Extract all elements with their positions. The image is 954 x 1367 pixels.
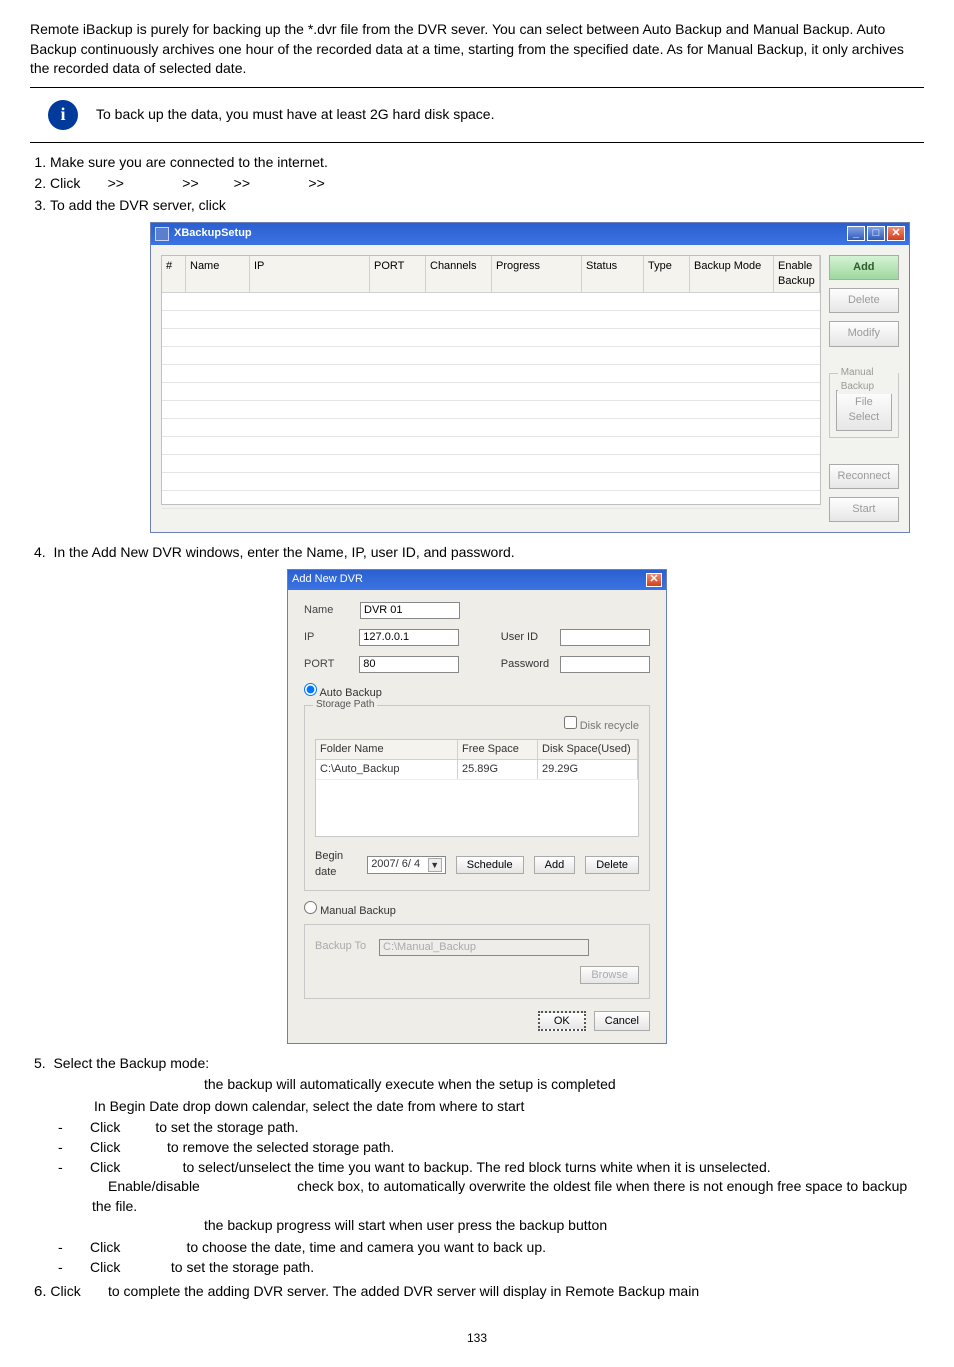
reconnect-button[interactable]: Reconnect — [829, 464, 899, 489]
close-icon[interactable]: ✕ — [646, 573, 662, 587]
bullet-file-select: Click to choose the date, time and camer… — [74, 1238, 924, 1258]
userid-input[interactable] — [560, 629, 650, 646]
screenshot-add-new-dvr: Add New DVR ✕ Name IP User ID PORT Passw… — [287, 569, 667, 1044]
backup-to-label: Backup To — [315, 939, 379, 954]
name-label: Name — [304, 603, 360, 618]
col-free-space: Free Space — [458, 740, 538, 759]
auto-backup-desc: the backup will automatically execute wh… — [34, 1075, 924, 1095]
free-value: 25.89G — [458, 760, 538, 779]
step-4: 4. In the Add New DVR windows, enter the… — [34, 543, 924, 563]
col-folder-name: Folder Name — [316, 740, 458, 759]
divider-bottom — [30, 142, 924, 143]
schedule-button[interactable]: Schedule — [456, 856, 524, 874]
add-button[interactable]: Add — [829, 255, 899, 280]
manual-backup-label: Manual Backup — [838, 366, 898, 394]
col-name: Name — [186, 256, 250, 293]
ok-button[interactable]: OK — [538, 1011, 586, 1031]
minimize-icon[interactable]: _ — [847, 226, 865, 241]
auto-backup-radio[interactable]: Auto Backup — [304, 687, 382, 699]
table-row — [162, 311, 820, 329]
table-row — [162, 401, 820, 419]
table-row: C:\Auto_Backup 25.89G 29.29G — [316, 760, 638, 780]
col-backup-mode: Backup Mode — [690, 256, 774, 293]
bullet-delete: Click to remove the selected storage pat… — [74, 1138, 924, 1158]
col-enable-backup: Enable Backup — [774, 256, 820, 293]
steps-list: Make sure you are connected to the inter… — [34, 153, 924, 216]
step-3: To add the DVR server, click — [50, 196, 924, 216]
window-title: XBackupSetup — [174, 226, 252, 241]
used-value: 29.29G — [538, 760, 638, 779]
manual-backup-radio[interactable]: Manual Backup — [304, 905, 396, 917]
table-row — [162, 437, 820, 455]
backup-to-input — [379, 939, 589, 956]
divider-top — [30, 87, 924, 88]
step-6: 6. Click to complete the adding DVR serv… — [30, 1281, 924, 1302]
bullet-browse: Click to set the storage path. — [74, 1258, 924, 1278]
manual-backup-desc: the backup progress will start when user… — [34, 1216, 924, 1236]
maximize-icon[interactable]: □ — [867, 226, 885, 241]
password-input[interactable] — [560, 656, 650, 673]
table-row — [162, 329, 820, 347]
storage-path-label: Storage Path — [313, 698, 377, 712]
table-row — [162, 473, 820, 491]
col-channels: Channels — [426, 256, 492, 293]
password-label: Password — [501, 657, 560, 672]
dialog-title: Add New DVR — [292, 572, 363, 587]
step-2: Click >> >> >> >> — [50, 174, 924, 194]
info-note-row: i To back up the data, you must have at … — [30, 96, 924, 134]
close-icon[interactable]: ✕ — [887, 226, 905, 241]
window-titlebar: XBackupSetup _ □ ✕ — [151, 223, 909, 245]
col-number: # — [162, 256, 186, 293]
col-type: Type — [644, 256, 690, 293]
cancel-button[interactable]: Cancel — [594, 1011, 650, 1031]
bullet-disk-recycle: Enable/disable check box, to automatical… — [74, 1177, 924, 1216]
name-input[interactable] — [360, 602, 460, 619]
table-row — [162, 419, 820, 437]
begin-date-dropdown[interactable]: 2007/ 6/ 4 ▼ — [367, 856, 446, 874]
col-ip: IP — [250, 256, 370, 293]
intro-text: Remote iBackup is purely for backing up … — [30, 20, 924, 79]
step-5: 5. Select the Backup mode: the backup wi… — [34, 1054, 924, 1278]
bullet-add: Click to set the storage path. — [74, 1118, 924, 1138]
file-select-button[interactable]: File Select — [836, 390, 892, 431]
bullet-schedule: Click to select/unselect the time you wa… — [74, 1158, 924, 1178]
screenshot-xbackupsetup: XBackupSetup _ □ ✕ # Name IP PORT Channe… — [150, 222, 910, 534]
browse-button[interactable]: Browse — [580, 966, 639, 984]
col-port: PORT — [370, 256, 426, 293]
port-input[interactable] — [359, 656, 459, 673]
manual-backup-group: Backup To Browse — [304, 924, 650, 999]
table-row — [162, 365, 820, 383]
ip-input[interactable] — [359, 629, 459, 646]
start-button[interactable]: Start — [829, 497, 899, 522]
port-label: PORT — [304, 657, 359, 672]
col-progress: Progress — [492, 256, 582, 293]
info-icon: i — [48, 100, 78, 130]
folder-value: C:\Auto_Backup — [316, 760, 458, 779]
begin-date-label: Begin date — [315, 849, 357, 880]
userid-label: User ID — [501, 630, 560, 645]
manual-backup-group: Manual Backup File Select — [829, 373, 899, 438]
table-row — [162, 347, 820, 365]
page-number: 133 — [30, 1330, 924, 1347]
disk-recycle-checkbox[interactable]: Disk recycle — [564, 720, 639, 732]
delete-button[interactable]: Delete — [829, 288, 899, 313]
step-1: Make sure you are connected to the inter… — [50, 153, 924, 173]
storage-path-group: Storage Path Disk recycle Folder Name Fr… — [304, 705, 650, 891]
info-note: To back up the data, you must have at le… — [96, 105, 494, 125]
table-row — [162, 293, 820, 311]
server-grid: # Name IP PORT Channels Progress Status … — [161, 255, 821, 505]
add-path-button[interactable]: Add — [534, 856, 576, 874]
table-row — [162, 383, 820, 401]
delete-path-button[interactable]: Delete — [585, 856, 639, 874]
col-disk-used: Disk Space(Used) — [538, 740, 638, 759]
modify-button[interactable]: Modify — [829, 321, 899, 346]
ip-label: IP — [304, 630, 359, 645]
col-status: Status — [582, 256, 644, 293]
chevron-down-icon[interactable]: ▼ — [428, 858, 442, 872]
table-row — [162, 455, 820, 473]
begin-date-desc: In Begin Date drop down calendar, select… — [34, 1097, 924, 1117]
table-row — [162, 491, 820, 509]
app-icon — [155, 227, 169, 241]
